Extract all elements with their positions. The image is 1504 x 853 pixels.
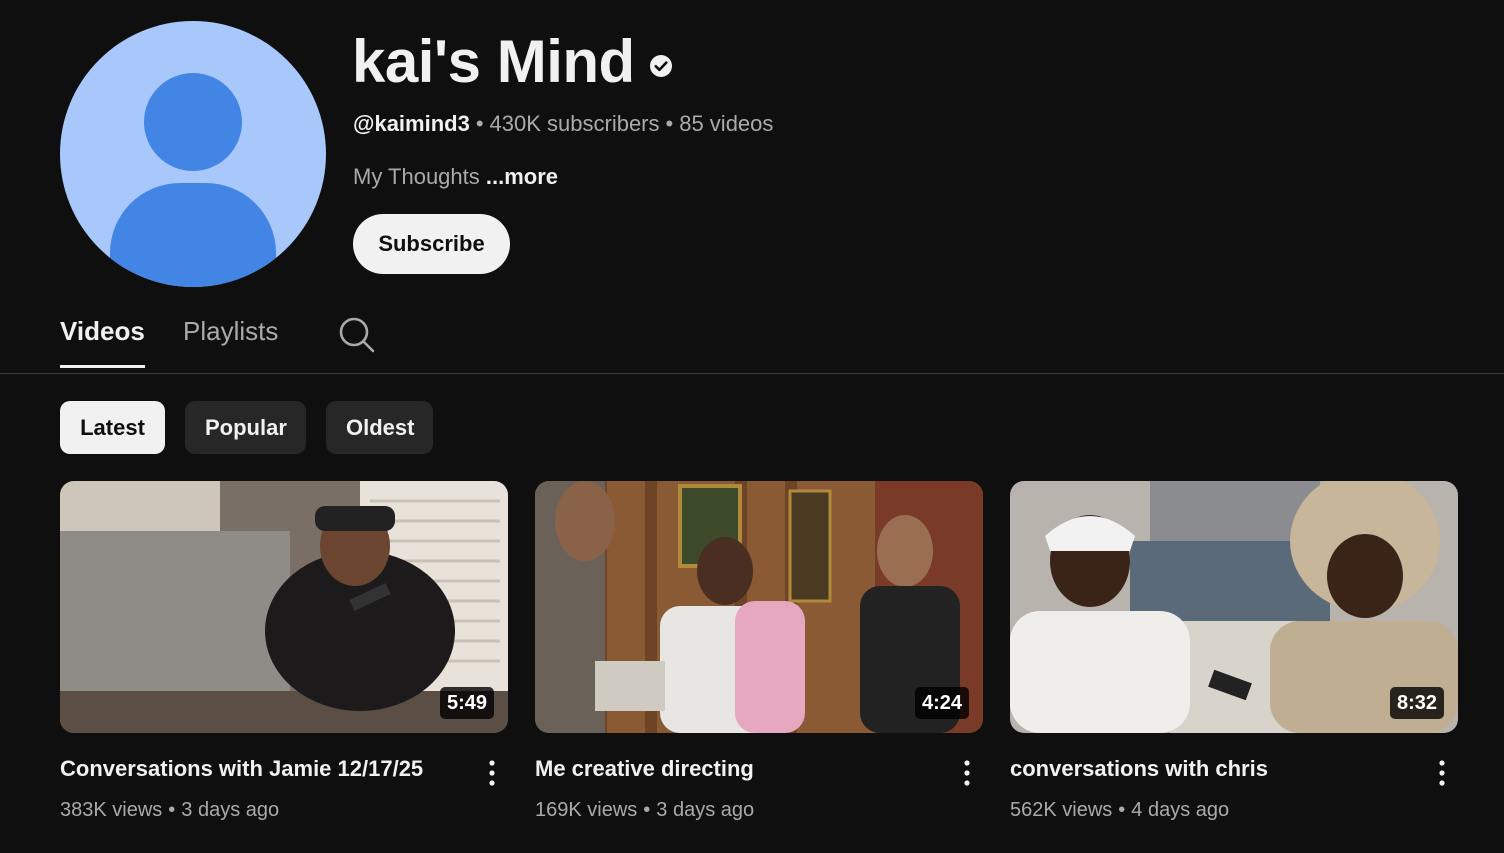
view-count: 383K views xyxy=(60,799,163,821)
video-duration: 8:32 xyxy=(1389,687,1444,719)
video-stats: 169K views • 3 days ago xyxy=(535,797,754,823)
more-options-icon[interactable] xyxy=(1430,757,1454,789)
channel-name-text: kai's Mind xyxy=(352,28,635,95)
view-count: 562K views xyxy=(1010,799,1113,821)
default-avatar-icon[interactable] xyxy=(60,21,326,287)
tab-videos[interactable]: Videos xyxy=(60,316,145,368)
search-icon[interactable] xyxy=(336,314,376,354)
subscribe-button[interactable]: Subscribe xyxy=(353,214,510,274)
more-options-icon[interactable] xyxy=(955,757,979,789)
video-card: 4:24 Me creative directing 169K views • 3 … xyxy=(535,481,983,821)
channel-page: kai's Mind @kaimind3 • 430K subscribers • 85… xyxy=(0,0,1504,853)
video-card: 8:32 conversations with chris 562K views… xyxy=(1010,481,1458,821)
avatar-body-shape xyxy=(110,183,276,287)
channel-tabs: Videos Playlists xyxy=(0,300,1504,374)
video-count: 85 videos xyxy=(679,111,774,136)
stats-separator: • xyxy=(1118,799,1126,821)
video-title[interactable]: conversations with chris xyxy=(1010,755,1410,783)
video-duration: 5:49 xyxy=(439,687,494,719)
stats-separator: • xyxy=(643,799,651,821)
channel-description: My Thoughts ...more xyxy=(353,164,558,190)
verified-checkmark-icon xyxy=(649,55,672,77)
video-stats: 383K views • 3 days ago xyxy=(60,797,279,823)
more-options-icon[interactable] xyxy=(480,757,504,789)
chip-latest[interactable]: Latest xyxy=(60,401,165,454)
upload-age: 3 days ago xyxy=(656,799,755,821)
meta-separator: • xyxy=(665,111,674,136)
video-title[interactable]: Conversations with Jamie 12/17/25 xyxy=(60,755,460,783)
video-card: 5:49 Conversations with Jamie 12/17/25 3… xyxy=(60,481,508,821)
stats-separator: • xyxy=(168,799,176,821)
channel-meta: @kaimind3 • 430K subscribers • 85 videos xyxy=(353,111,773,137)
subscriber-count: 430K subscribers xyxy=(489,111,660,136)
video-thumbnail[interactable]: 8:32 xyxy=(1010,481,1458,733)
video-stats: 562K views • 4 days ago xyxy=(1010,797,1229,823)
video-duration: 4:24 xyxy=(914,687,969,719)
upload-age: 3 days ago xyxy=(181,799,280,821)
view-count: 169K views xyxy=(535,799,638,821)
description-text: My Thoughts xyxy=(353,164,480,189)
channel-title: kai's Mind xyxy=(352,28,673,96)
chip-popular[interactable]: Popular xyxy=(185,401,306,454)
upload-age: 4 days ago xyxy=(1131,799,1230,821)
avatar-head-shape xyxy=(144,73,242,171)
more-link[interactable]: ...more xyxy=(486,164,558,189)
tab-playlists[interactable]: Playlists xyxy=(183,316,278,365)
channel-handle: @kaimind3 xyxy=(353,111,470,136)
chip-oldest[interactable]: Oldest xyxy=(326,401,433,454)
video-title[interactable]: Me creative directing xyxy=(535,755,935,783)
video-thumbnail[interactable]: 4:24 xyxy=(535,481,983,733)
meta-separator: • xyxy=(475,111,484,136)
video-thumbnail[interactable]: 5:49 xyxy=(60,481,508,733)
